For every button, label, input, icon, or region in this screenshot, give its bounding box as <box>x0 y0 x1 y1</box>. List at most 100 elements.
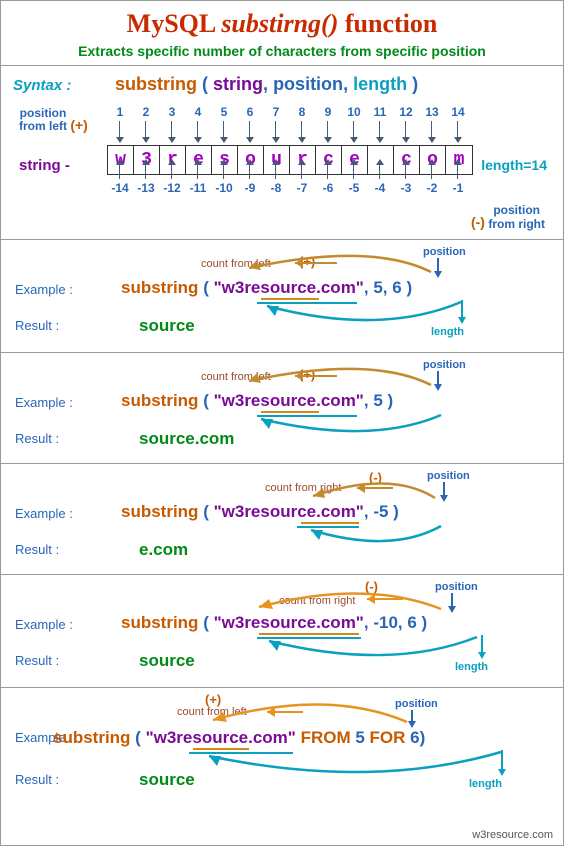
char-grid: w3resource.com <box>107 145 473 175</box>
top-index: 14 <box>445 105 471 119</box>
top-index: 1 <box>107 105 133 119</box>
underline-blue <box>257 415 357 417</box>
result-value: source.com <box>139 429 234 449</box>
arrow-down-icon <box>437 480 451 504</box>
bottom-index: -3 <box>393 181 419 195</box>
title-part1: MySQL <box>127 9 222 38</box>
arrow-down-icon <box>475 633 489 661</box>
bottom-index-row: -14-13-12-11-10-9-8-7-6-5-4-3-2-1 <box>107 181 471 195</box>
bottom-index: -7 <box>289 181 315 195</box>
result-value: source <box>139 651 195 671</box>
title-part2: substirng() <box>221 9 338 38</box>
top-index: 2 <box>133 105 159 119</box>
title-part3: function <box>338 9 437 38</box>
arrow-left-icon <box>261 704 311 720</box>
result-label: Result : <box>15 431 59 446</box>
plus-sign: (+) <box>205 692 221 707</box>
example-expression: substring ( "w3resource.com", -10, 6 ) <box>121 613 427 633</box>
example-label: Example : <box>15 282 73 297</box>
length-label-small: length <box>469 778 502 790</box>
position-label: position <box>435 581 478 593</box>
underline-blue <box>189 752 293 754</box>
example-4: count from right (-) position length Exa… <box>1 575 563 687</box>
example-5: count from left (+) position length Exam… <box>1 688 563 816</box>
bottom-index: -4 <box>367 181 393 195</box>
position-label: position <box>423 359 466 371</box>
position-label: position <box>423 246 466 258</box>
result-label: Result : <box>15 318 59 333</box>
minus-sign: (-) <box>369 470 382 485</box>
bottom-index: -8 <box>263 181 289 195</box>
bottom-index: -11 <box>185 181 211 195</box>
pos-from-left-label: position from left (+) <box>19 107 88 134</box>
arrow-down-icon <box>431 256 445 280</box>
top-index: 13 <box>419 105 445 119</box>
underline-blue <box>297 526 359 528</box>
example-label: Example : <box>15 506 73 521</box>
top-index: 11 <box>367 105 393 119</box>
example-3: count from right (-) position Example : … <box>1 464 563 574</box>
top-index: 5 <box>211 105 237 119</box>
bottom-index: -12 <box>159 181 185 195</box>
arrow-down-icon <box>455 298 469 326</box>
count-left-label: count from left <box>201 371 271 383</box>
syntax-expression: substring ( string, position, length ) <box>115 74 418 94</box>
bottom-index: -9 <box>237 181 263 195</box>
example-label: Example : <box>15 617 73 632</box>
page-title: MySQL substirng() function <box>1 1 563 39</box>
bottom-index: -14 <box>107 181 133 195</box>
bottom-index: -6 <box>315 181 341 195</box>
top-index: 6 <box>237 105 263 119</box>
bottom-index: -5 <box>341 181 367 195</box>
result-value: source <box>139 770 195 790</box>
example-label: Example : <box>15 395 73 410</box>
top-index: 10 <box>341 105 367 119</box>
underline-orange <box>261 411 319 413</box>
length-label: length=14 <box>481 157 547 173</box>
arrow-left-icon <box>287 367 347 385</box>
plus-sign: (+) <box>299 367 315 382</box>
string-label: string - <box>19 157 70 174</box>
underline-blue <box>257 637 361 639</box>
example-expression: substring ( "w3resource.com" FROM 5 FOR … <box>53 728 425 748</box>
result-label: Result : <box>15 653 59 668</box>
top-index: 12 <box>393 105 419 119</box>
syntax-section: Syntax : substring ( string, position, l… <box>1 66 563 239</box>
top-index: 9 <box>315 105 341 119</box>
example-1: count from left (+) position length Exam… <box>1 240 563 352</box>
arrow-down-icon <box>431 369 445 393</box>
underline-blue <box>257 302 357 304</box>
result-label: Result : <box>15 542 59 557</box>
bottom-index: -2 <box>419 181 445 195</box>
arrow-down-icon <box>405 708 419 730</box>
subtitle: Extracts specific number of characters f… <box>1 43 563 65</box>
top-index: 4 <box>185 105 211 119</box>
pos-from-right-label: (-) position from right <box>471 204 545 231</box>
result-value: source <box>139 316 195 336</box>
example-2: count from left (+) position Example : R… <box>1 353 563 463</box>
top-index-row: 1234567891011121314 <box>107 105 471 119</box>
example-expression: substring ( "w3resource.com", 5 ) <box>121 391 393 411</box>
arrow-down-icon <box>445 591 459 615</box>
position-label: position <box>427 470 470 482</box>
underline-orange <box>261 298 319 300</box>
count-left-label: count from left <box>201 258 271 270</box>
syntax-label: Syntax : <box>13 77 71 94</box>
position-label: position <box>395 698 438 710</box>
result-value: e.com <box>139 540 188 560</box>
top-index: 7 <box>263 105 289 119</box>
count-right-label: count from right <box>279 595 355 607</box>
result-label: Result : <box>15 772 59 787</box>
top-index: 8 <box>289 105 315 119</box>
arrow-left-icon <box>287 254 347 272</box>
underline-orange <box>259 633 359 635</box>
plus-sign: (+) <box>299 254 315 269</box>
bottom-index: -1 <box>445 181 471 195</box>
example-expression: substring ( "w3resource.com", 5, 6 ) <box>121 278 412 298</box>
bottom-index: -13 <box>133 181 159 195</box>
top-index: 3 <box>159 105 185 119</box>
bottom-index: -10 <box>211 181 237 195</box>
length-label-small: length <box>431 326 464 338</box>
count-right-label: count from right <box>265 482 341 494</box>
arrow-down-icon <box>495 748 509 778</box>
